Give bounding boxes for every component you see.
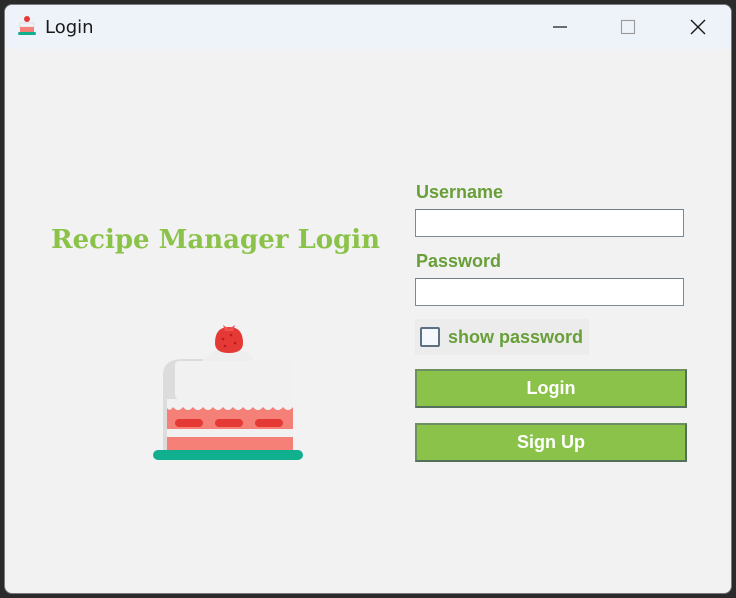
username-label: Username	[416, 182, 504, 202]
maximize-icon	[620, 19, 636, 35]
show-password-toggle[interactable]: show password	[415, 319, 589, 355]
title-bar[interactable]: Login	[5, 5, 731, 49]
show-password-checkbox[interactable]	[420, 327, 440, 347]
window-title: Login	[45, 17, 94, 38]
password-label: Password	[416, 251, 502, 271]
login-button[interactable]: Login	[415, 369, 687, 408]
close-icon	[690, 19, 706, 35]
signup-button[interactable]: Sign Up	[415, 423, 687, 462]
minimize-button[interactable]	[525, 5, 595, 49]
username-input[interactable]	[415, 209, 684, 237]
password-input[interactable]	[415, 278, 684, 306]
maximize-button[interactable]	[593, 5, 663, 49]
close-button[interactable]	[663, 5, 731, 49]
cake-app-icon	[18, 16, 36, 35]
show-password-label[interactable]: show password	[448, 327, 583, 348]
page-title: Recipe Manager Login	[51, 225, 381, 255]
minimize-icon	[553, 26, 567, 28]
cake-icon	[153, 325, 303, 460]
login-window: Login Recipe Manager Login Username Pass…	[4, 4, 732, 594]
